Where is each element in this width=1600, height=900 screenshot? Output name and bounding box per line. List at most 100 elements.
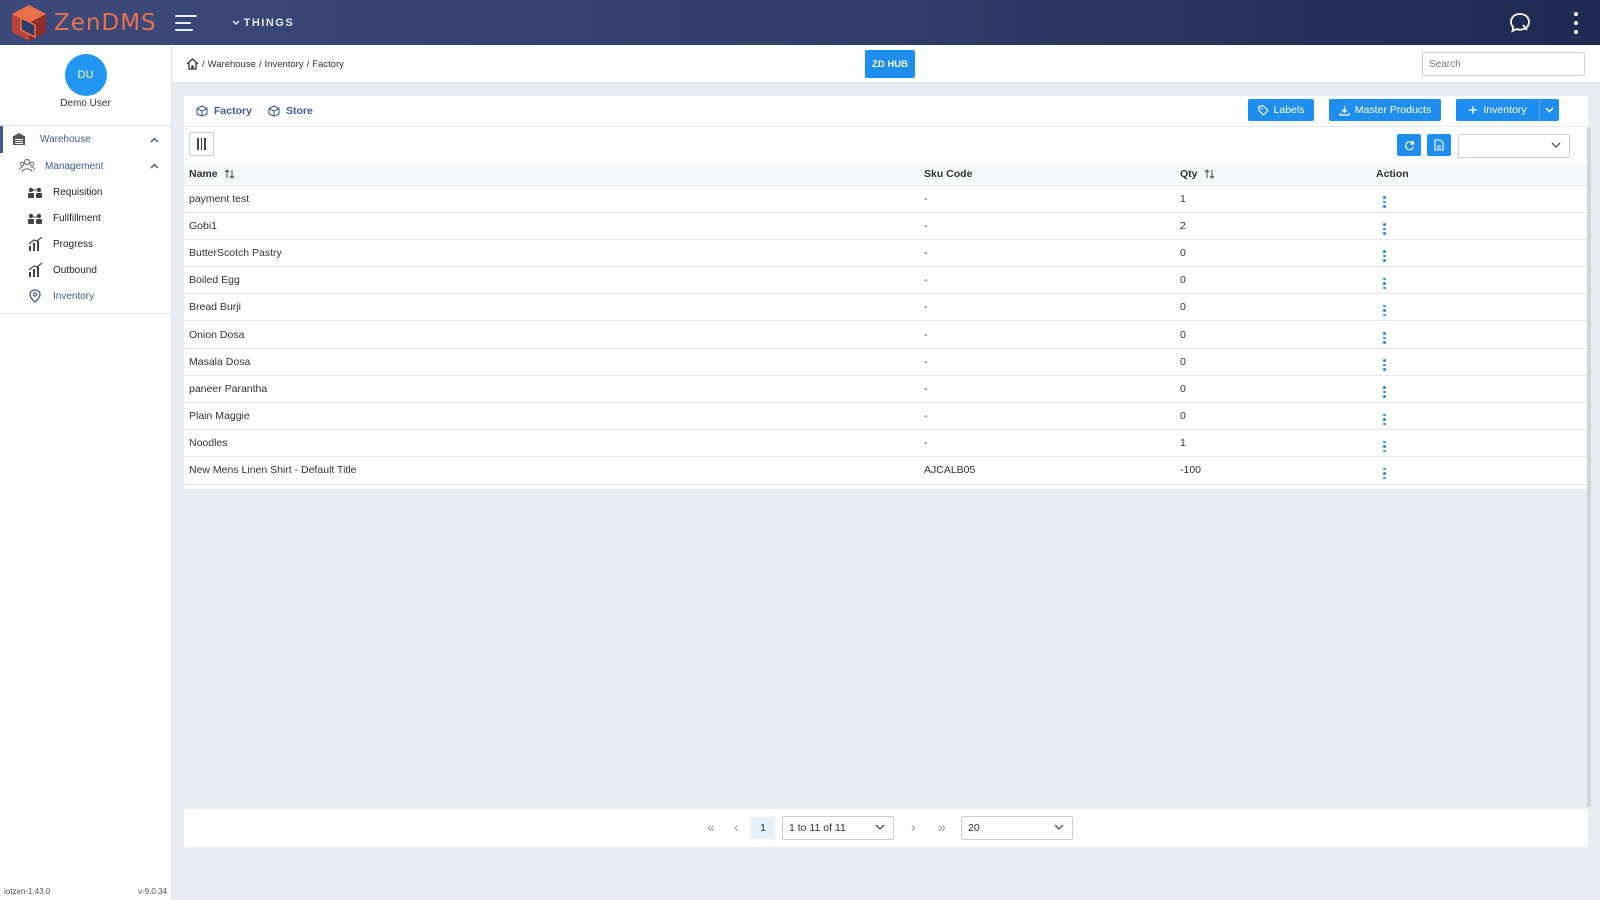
- master-products-label: Master Products: [1354, 104, 1432, 116]
- cell-sku: -: [919, 429, 1175, 458]
- sort-icon[interactable]: [1204, 169, 1215, 179]
- app-logo[interactable]: ZenDMS: [8, 0, 157, 45]
- search-input[interactable]: [1422, 52, 1585, 76]
- table-row[interactable]: Masala Dosa -0: [184, 348, 1588, 376]
- sidebar-item-fullfillment[interactable]: Fullfillment: [0, 205, 171, 231]
- table-row[interactable]: Onion Dosa -0: [184, 320, 1588, 349]
- cell-name: Gobi1: [184, 212, 919, 240]
- cell-name: Plain Maggie: [184, 402, 919, 431]
- cell-qty: 0: [1175, 266, 1371, 295]
- prev-page-icon[interactable]: ‹: [734, 819, 739, 835]
- cell-sku: -: [919, 402, 1175, 431]
- cell-qty: 0: [1175, 402, 1371, 431]
- filter-select[interactable]: [1458, 134, 1570, 158]
- things-dropdown[interactable]: THINGS: [232, 17, 295, 29]
- cell-qty: 0: [1175, 239, 1371, 268]
- column-header-sku: Sku Code: [919, 163, 1175, 186]
- row-actions-icon[interactable]: [1383, 467, 1386, 480]
- menu-toggle-icon[interactable]: [174, 14, 197, 31]
- chevron-up-icon: [150, 136, 159, 143]
- breadcrumb-inventory[interactable]: Inventory: [265, 59, 304, 70]
- home-icon[interactable]: [186, 58, 199, 70]
- add-inventory-button[interactable]: Inventory: [1456, 99, 1539, 121]
- page-size-select[interactable]: 20: [961, 816, 1073, 840]
- logo-cube-icon: [12, 4, 46, 41]
- sidebar-item-inventory[interactable]: Inventory: [0, 283, 171, 309]
- inventory-button-label: Inventory: [1483, 104, 1527, 116]
- cell-action: [1371, 239, 1588, 268]
- next-page-icon[interactable]: ›: [911, 819, 916, 835]
- table-row[interactable]: New Mens Linen Shirt - Default Title AJCA…: [184, 456, 1588, 485]
- refresh-button[interactable]: [1397, 134, 1421, 156]
- page-range-select[interactable]: 1 to 11 of 11: [782, 816, 894, 840]
- row-actions-icon[interactable]: [1383, 250, 1386, 262]
- table-row[interactable]: Bread Burji -0: [184, 293, 1588, 322]
- management-icon: [18, 158, 36, 174]
- sidebar-item-warehouse[interactable]: Warehouse: [0, 126, 171, 153]
- progress-icon: [26, 236, 44, 252]
- chevron-down-icon: [232, 19, 240, 25]
- current-page[interactable]: 1: [751, 817, 775, 839]
- breadcrumb-warehouse[interactable]: Warehouse: [208, 59, 256, 70]
- nav-group-warehouse: Warehouse Management Requisition Fullfil…: [0, 126, 171, 314]
- zd-hub-button[interactable]: ZD HUB: [865, 50, 915, 78]
- table-row[interactable]: Plain Maggie -0: [184, 402, 1588, 431]
- master-products-button[interactable]: Master Products: [1329, 99, 1441, 121]
- row-actions-icon[interactable]: [1383, 223, 1386, 235]
- warehouse-icon: [10, 132, 28, 148]
- chat-icon[interactable]: [1508, 11, 1532, 35]
- chevron-up-icon: [150, 163, 159, 169]
- cell-name: New Mens Linen Shirt - Default Title: [184, 456, 919, 485]
- sidebar-item-management[interactable]: Management: [0, 153, 171, 179]
- column-header-name[interactable]: Name: [184, 163, 919, 186]
- sidebar-item-label: Fullfillment: [53, 212, 101, 224]
- last-page-icon[interactable]: »: [938, 819, 946, 835]
- fulfillment-icon: [26, 210, 44, 226]
- cell-name: payment test: [184, 185, 919, 213]
- breadcrumb-factory[interactable]: Factory: [312, 59, 344, 70]
- sidebar-item-requisition[interactable]: Requisition: [0, 179, 171, 205]
- sidebar-item-progress[interactable]: Progress: [0, 231, 171, 257]
- column-header-action: Action: [1371, 163, 1588, 186]
- build-version: v-9.0.34: [138, 887, 167, 896]
- cell-name: Bread Burji: [184, 293, 919, 322]
- table-row[interactable]: paneer Parantha -0: [184, 375, 1588, 404]
- row-actions-icon[interactable]: [1383, 386, 1386, 398]
- row-actions-icon[interactable]: [1383, 304, 1386, 317]
- breadcrumb-bar: / Warehouse / Inventory / Factory ZD HUB: [172, 45, 1600, 83]
- row-actions-icon[interactable]: [1383, 332, 1386, 344]
- row-actions-icon[interactable]: [1383, 277, 1386, 290]
- cell-action: [1371, 212, 1588, 240]
- table-row[interactable]: payment test -1: [184, 185, 1588, 213]
- user-profile: DU Demo User: [0, 54, 171, 126]
- column-header-qty[interactable]: Qty: [1175, 163, 1371, 186]
- sort-icon[interactable]: [224, 169, 235, 179]
- chevron-down-icon: [1551, 142, 1561, 148]
- first-page-icon[interactable]: «: [707, 819, 715, 835]
- row-actions-icon[interactable]: [1383, 413, 1386, 426]
- cell-qty: 0: [1175, 348, 1371, 376]
- table-row[interactable]: ButterScotch Pastry -0: [184, 239, 1588, 268]
- more-options-icon[interactable]: [1572, 12, 1580, 34]
- row-actions-icon[interactable]: [1383, 196, 1386, 208]
- cell-qty: 1: [1175, 185, 1371, 213]
- sidebar-item-outbound[interactable]: Outbound: [0, 257, 171, 283]
- cell-qty: 2: [1175, 212, 1371, 240]
- export-button[interactable]: [1427, 134, 1451, 156]
- columns-toggle-icon[interactable]: [189, 132, 214, 156]
- labels-button[interactable]: Labels: [1248, 99, 1314, 121]
- tab-store[interactable]: Store: [268, 105, 313, 117]
- cell-qty: 0: [1175, 293, 1371, 322]
- inventory-dropdown-toggle[interactable]: [1539, 99, 1559, 121]
- tab-label: Store: [285, 105, 313, 117]
- table-row[interactable]: Boiled Egg -0: [184, 266, 1588, 295]
- vertical-scrollbar[interactable]: [1587, 127, 1591, 807]
- tab-factory[interactable]: Factory: [196, 105, 252, 117]
- row-actions-icon[interactable]: [1383, 440, 1386, 453]
- table-row[interactable]: Noodles -1: [184, 429, 1588, 458]
- cell-action: [1371, 348, 1588, 376]
- table-row[interactable]: Gobi1-2: [184, 212, 1588, 240]
- row-actions-icon[interactable]: [1383, 359, 1386, 371]
- sidebar-item-label: Inventory: [53, 290, 95, 302]
- avatar[interactable]: DU: [64, 54, 107, 96]
